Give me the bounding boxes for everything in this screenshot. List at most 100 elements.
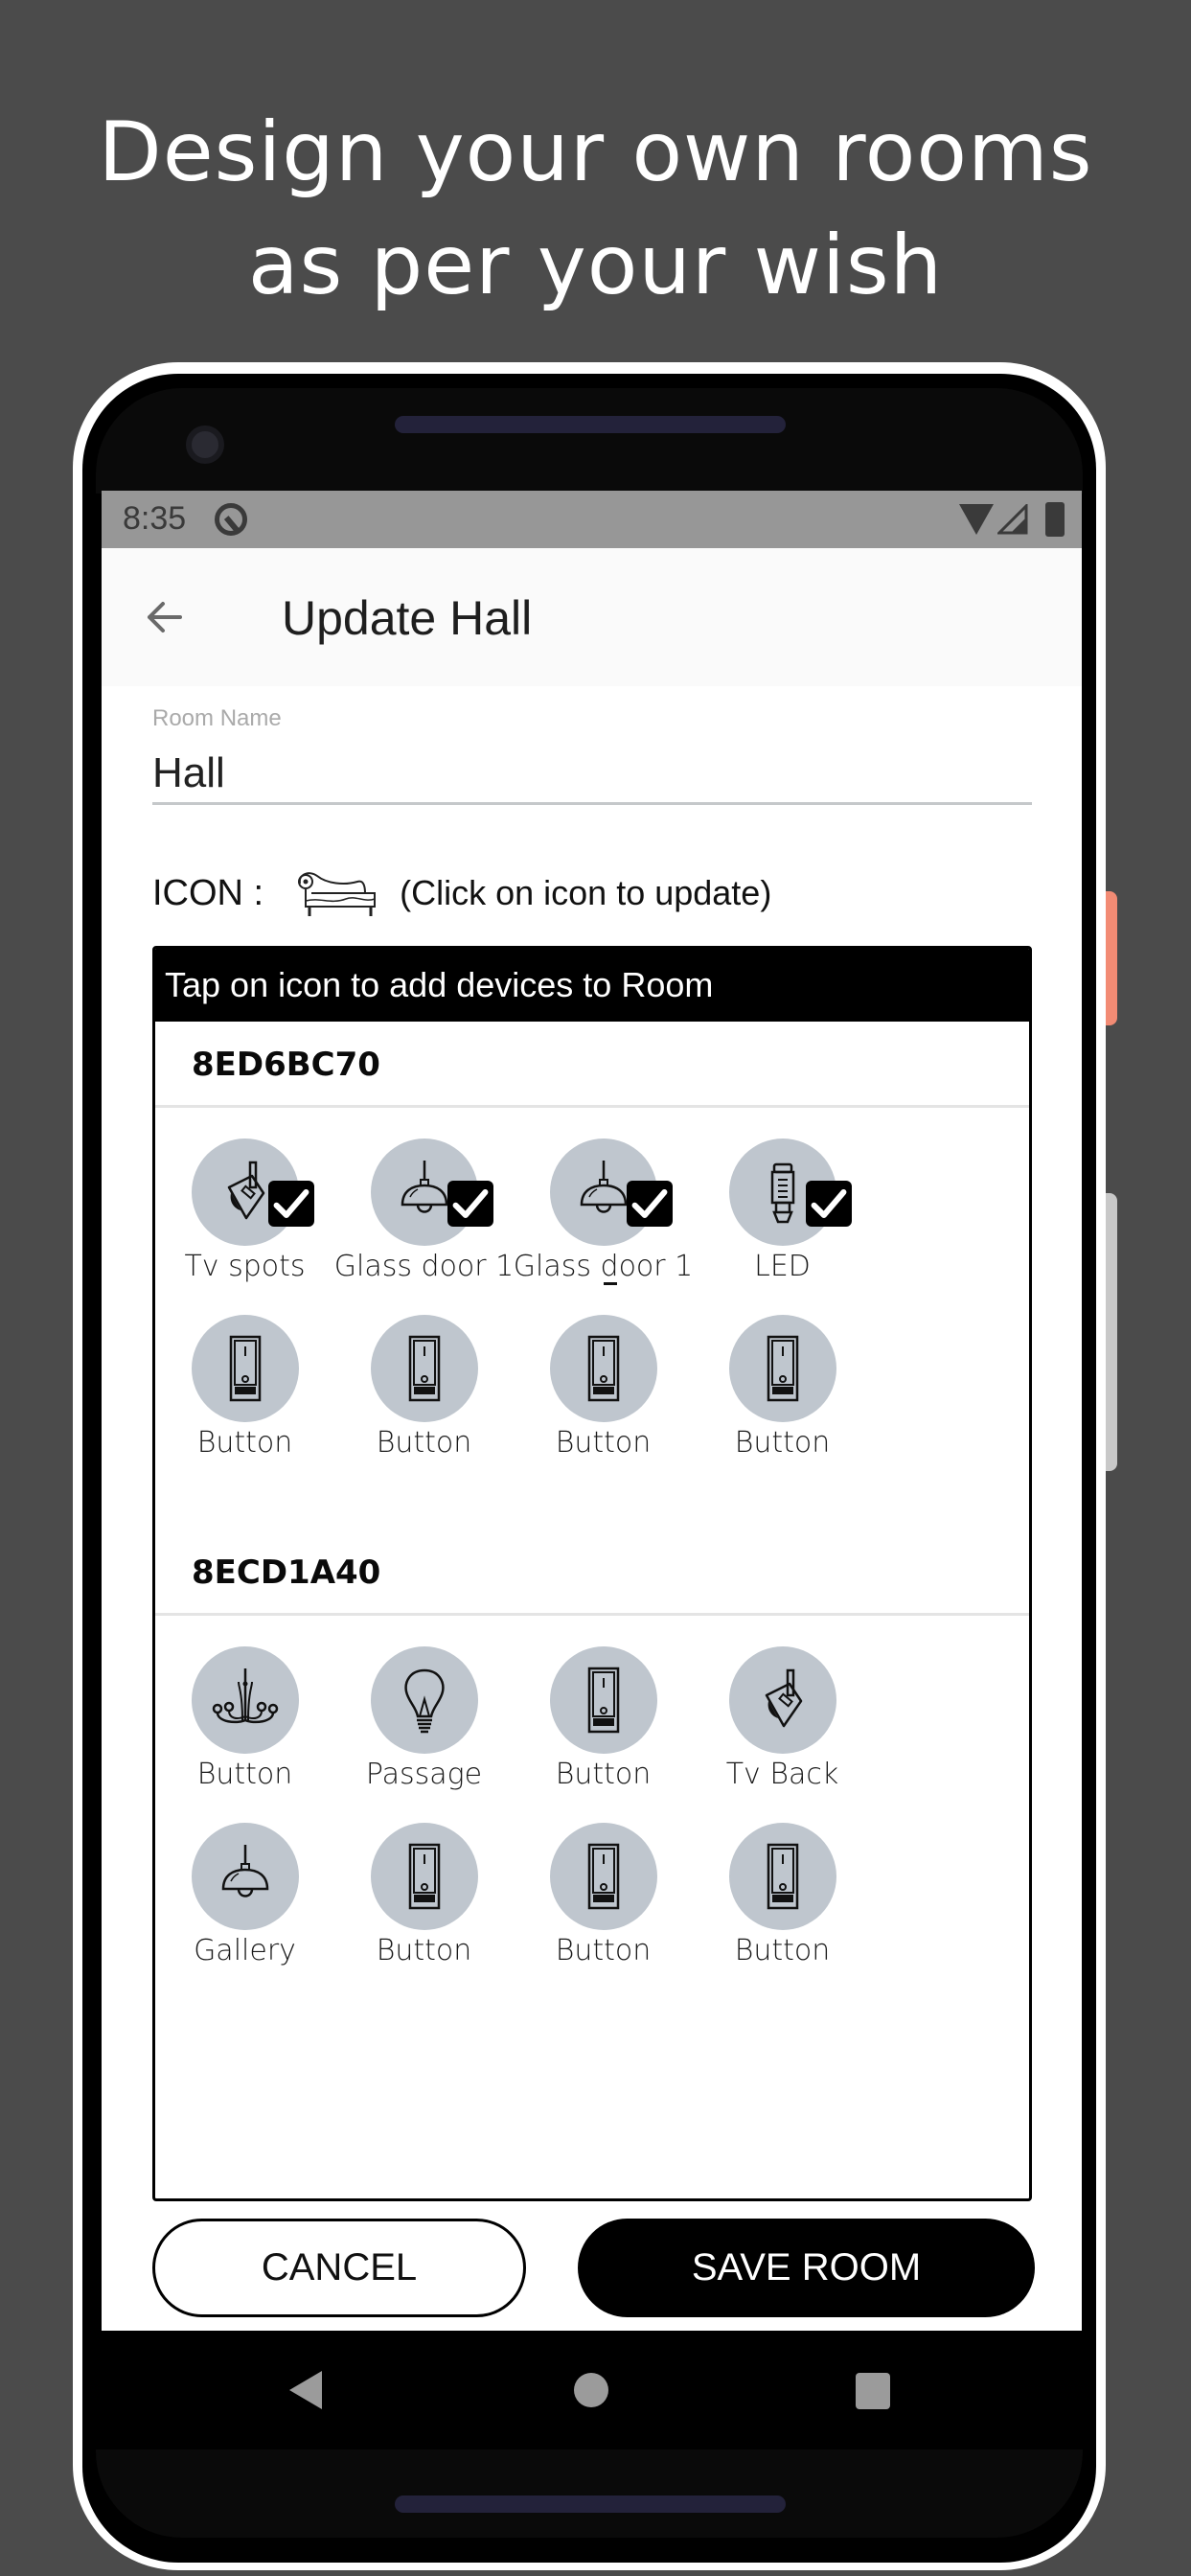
pendant-lamp-icon[interactable]: [370, 1138, 493, 1246]
app-bar: Update Hall: [102, 548, 1082, 686]
device-tile[interactable]: Tv spots: [155, 1138, 334, 1315]
device-tile[interactable]: Button: [334, 1823, 514, 1999]
room-name-input[interactable]: [152, 744, 1032, 805]
rocker-switch-icon[interactable]: [549, 1315, 657, 1422]
room-name-label: Room Name: [152, 705, 282, 731]
device-grid: Tv spots Glass door 1 Glass door 1 LED Butto…: [155, 1108, 1029, 1491]
nav-home-icon[interactable]: [574, 2373, 608, 2407]
checkmark-icon[interactable]: [267, 1181, 314, 1227]
chandelier-icon-glyph: [212, 1668, 278, 1724]
device-tile[interactable]: Button: [334, 1315, 514, 1491]
arrow-left-icon: [148, 602, 182, 632]
device-name: Glass door 1: [333, 1250, 515, 1283]
status-bar: 8:35: [102, 491, 1082, 548]
led-bulb-icon[interactable]: [728, 1138, 852, 1246]
device-tile[interactable]: Tv Back: [693, 1646, 872, 1823]
spotlight-icon[interactable]: [191, 1138, 314, 1246]
chandelier-icon[interactable]: [191, 1646, 299, 1754]
earpiece-speaker: [395, 416, 786, 433]
device-grid: Button Passage Button Tv Back Gallery Button B…: [155, 1616, 1029, 1999]
rocker-switch-icon[interactable]: [191, 1315, 299, 1422]
checkmark-icon[interactable]: [447, 1181, 493, 1227]
device-tile[interactable]: Button: [693, 1823, 872, 1999]
rocker-switch-icon-glyph: [587, 1335, 619, 1402]
device-name: Button: [196, 1758, 293, 1791]
back-button[interactable]: [136, 588, 194, 646]
promo-headline: Design your own rooms as per your wish: [0, 96, 1191, 322]
device-tile[interactable]: Button: [514, 1315, 693, 1491]
device-name: Button: [196, 1426, 293, 1460]
device-tile[interactable]: Glass door 1: [514, 1138, 693, 1315]
rocker-switch-icon[interactable]: [370, 1823, 478, 1930]
device-tile[interactable]: Button: [514, 1646, 693, 1823]
checkmark-icon[interactable]: [805, 1181, 852, 1227]
pendant-lamp-icon-glyph: [221, 1845, 268, 1898]
device-group-title: 8ECD1A40: [155, 1530, 1029, 1616]
device-name: Button: [555, 1758, 652, 1791]
app-screen: 8:35 Update Hall Room Name ICON : (Click…: [102, 491, 1082, 2450]
headline-line-2: as per your wish: [247, 218, 944, 313]
rocker-switch-icon-glyph: [408, 1843, 440, 1910]
device-panel: Tap on icon to add devices to Room 8ED6B…: [152, 946, 1032, 2201]
save-room-button[interactable]: SAVE ROOM: [578, 2219, 1035, 2317]
cancel-button[interactable]: CANCEL: [152, 2219, 526, 2317]
device-name: Button: [376, 1934, 472, 1967]
rocker-switch-icon[interactable]: [728, 1823, 836, 1930]
device-tile[interactable]: Button: [693, 1315, 872, 1491]
rocker-switch-icon[interactable]: [549, 1646, 657, 1754]
device-name: Button: [734, 1934, 831, 1967]
device-name: Gallery: [194, 1934, 296, 1967]
device-name: Tv spots: [184, 1250, 306, 1283]
checkmark-icon[interactable]: [626, 1181, 673, 1227]
device-tile[interactable]: Button: [155, 1646, 334, 1823]
rocker-switch-icon-glyph: [767, 1843, 798, 1910]
nav-back-icon[interactable]: [289, 2371, 322, 2409]
light-bulb-icon[interactable]: [370, 1646, 478, 1754]
device-name: Button: [555, 1934, 652, 1967]
spotlight-icon-glyph: [765, 1668, 802, 1728]
device-tile[interactable]: Button: [155, 1315, 334, 1491]
device-name: Passage: [365, 1758, 483, 1791]
rocker-switch-icon-glyph: [767, 1335, 798, 1402]
light-bulb-icon-glyph: [403, 1668, 445, 1734]
bottom-speaker: [395, 2496, 786, 2513]
rocker-switch-icon-glyph: [408, 1335, 440, 1402]
phone-top-bezel: [96, 388, 1083, 494]
device-tile[interactable]: Gallery: [155, 1823, 334, 1999]
signal-icon: [997, 504, 1028, 535]
front-camera-icon: [186, 426, 224, 464]
status-time: 8:35: [123, 500, 187, 537]
chaise-sofa-icon[interactable]: [292, 866, 378, 920]
device-name: Tv Back: [725, 1758, 839, 1791]
device-panel-header: Tap on icon to add devices to Room: [155, 949, 1029, 1022]
rocker-switch-icon-glyph: [587, 1843, 619, 1910]
device-tile[interactable]: Passage: [334, 1646, 514, 1823]
device-tile[interactable]: LED: [693, 1138, 872, 1315]
pendant-lamp-icon[interactable]: [191, 1823, 299, 1930]
dnd-q-icon: [215, 503, 247, 536]
phone-bottom-bezel: [96, 2450, 1083, 2538]
battery-icon: [1045, 502, 1065, 537]
device-name: Button: [376, 1426, 472, 1460]
rocker-switch-icon[interactable]: [370, 1315, 478, 1422]
headline-line-1: Design your own rooms: [98, 104, 1093, 200]
nav-recents-icon[interactable]: [856, 2373, 890, 2409]
device-name: LED: [754, 1250, 811, 1283]
device-group-title: 8ED6BC70: [155, 1022, 1029, 1108]
device-name: Button: [555, 1426, 652, 1460]
icon-label: ICON :: [152, 872, 264, 913]
phone-power-button: [1106, 891, 1117, 1025]
rocker-switch-icon[interactable]: [549, 1823, 657, 1930]
room-icon-row: ICON : (Click on icon to update): [152, 864, 771, 922]
device-groups: 8ED6BC70 Tv spots Glass door 1 Glass door 1…: [155, 1022, 1029, 1999]
device-name: Glass door 1: [513, 1250, 694, 1283]
device-tile[interactable]: Glass door 1: [334, 1138, 514, 1315]
spotlight-icon[interactable]: [728, 1646, 836, 1754]
pendant-lamp-icon[interactable]: [549, 1138, 673, 1246]
rocker-switch-icon-glyph: [587, 1667, 619, 1734]
device-tile[interactable]: Button: [514, 1823, 693, 1999]
name-overflow-mark: [603, 1282, 617, 1285]
device-name: Button: [734, 1426, 831, 1460]
system-nav-bar: [102, 2331, 1082, 2450]
rocker-switch-icon[interactable]: [728, 1315, 836, 1422]
